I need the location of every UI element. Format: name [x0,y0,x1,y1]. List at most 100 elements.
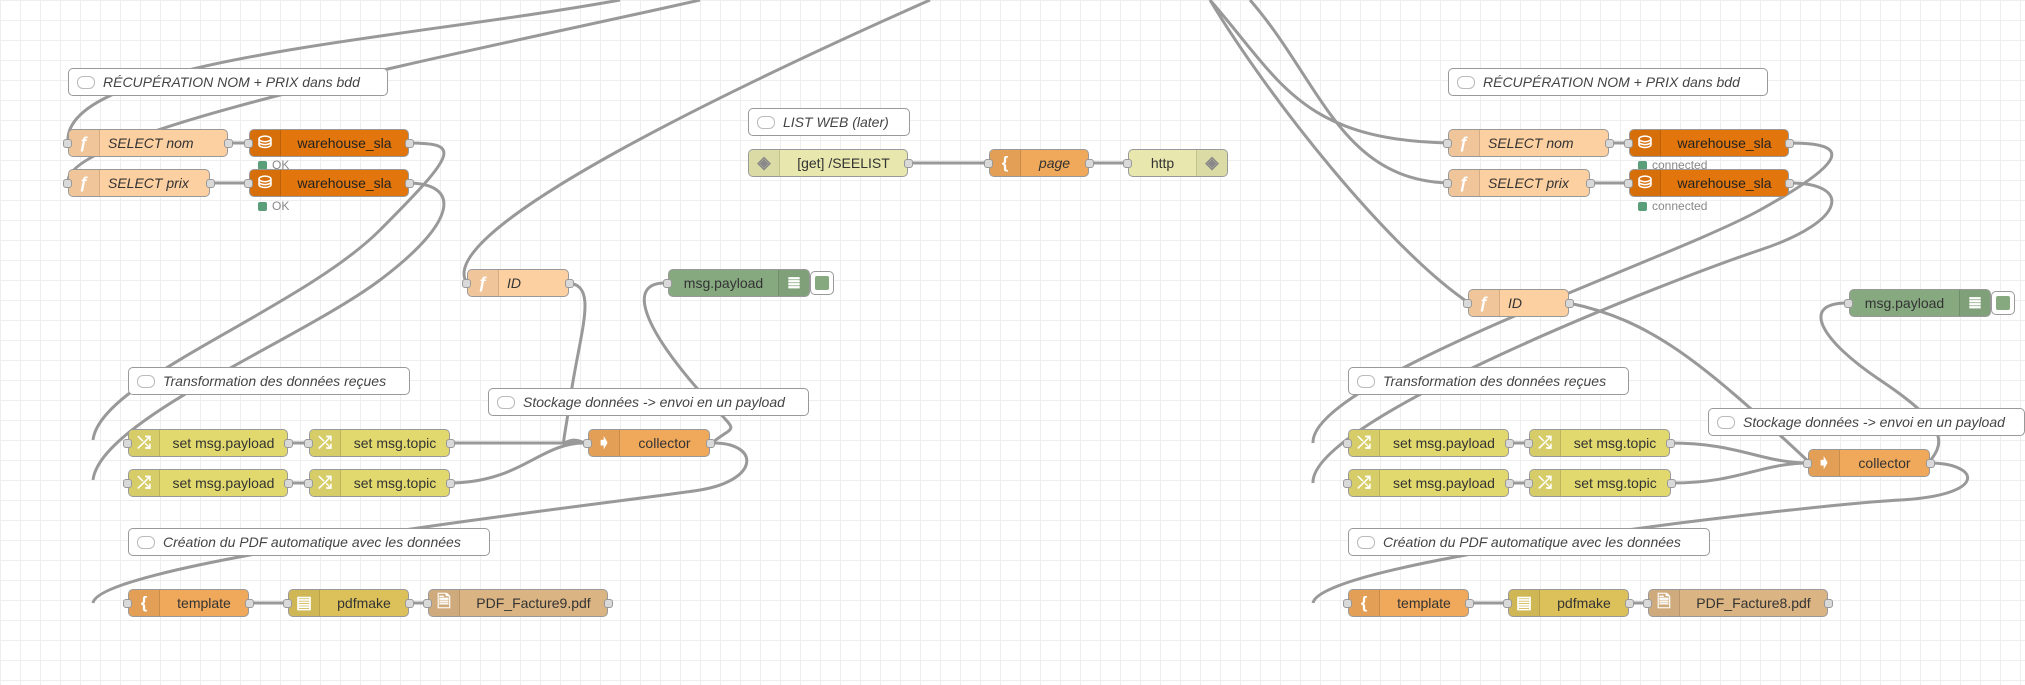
database-node-1[interactable]: ⛁ warehouse_sla [244,129,414,157]
input-port[interactable] [1524,439,1533,448]
input-port[interactable] [63,179,72,188]
pdfmake-node[interactable]: ▤ pdfmake [283,589,414,617]
function-node-select-prix[interactable]: ƒ SELECT prix [63,169,215,197]
input-port[interactable] [1463,299,1472,308]
output-port[interactable] [565,279,574,288]
input-port[interactable] [462,279,471,288]
output-port[interactable] [1505,439,1514,448]
function-node-id[interactable]: ƒ ID [462,269,574,297]
change-node-set-payload-1[interactable]: ⤮ set msg.payload [1343,429,1514,457]
output-port[interactable] [405,139,414,148]
template-node[interactable]: { template [123,589,254,617]
output-port[interactable] [446,439,455,448]
change-node-set-topic-2[interactable]: ⤮ set msg.topic [304,469,455,497]
input-port[interactable] [663,279,672,288]
output-port[interactable] [1085,159,1094,168]
input-port[interactable] [123,439,132,448]
output-port[interactable] [446,479,455,488]
debug-toggle-button[interactable] [1991,291,2015,315]
output-port[interactable] [1824,599,1833,608]
change-node-set-topic-2[interactable]: ⤮ set msg.topic [1524,469,1676,497]
input-port[interactable] [1123,159,1132,168]
output-port[interactable] [1465,599,1474,608]
debug-node[interactable]: msg.payload ≣ [663,269,810,297]
output-port[interactable] [1625,599,1634,608]
collector-node[interactable]: ➧ collector [1803,449,1935,477]
comment-list-web[interactable]: LIST WEB (later) [748,108,910,136]
function-node-select-nom[interactable]: ƒ SELECT nom [1443,129,1614,157]
output-port[interactable] [1785,139,1794,148]
database-node-1[interactable]: ⛁ warehouse_sla [1624,129,1794,157]
input-port[interactable] [304,439,313,448]
input-port[interactable] [283,599,292,608]
comment-recuperation[interactable]: RÉCUPÉRATION NOM + PRIX dans bdd [1448,68,1768,96]
pdfmake-node[interactable]: ▤ pdfmake [1503,589,1634,617]
output-port[interactable] [224,139,233,148]
input-port[interactable] [1343,439,1352,448]
function-node-select-prix[interactable]: ƒ SELECT prix [1443,169,1595,197]
output-port[interactable] [1505,479,1514,488]
comment-creation[interactable]: Création du PDF automatique avec les don… [128,528,490,556]
function-node-id[interactable]: ƒ ID [1463,289,1574,317]
output-port[interactable] [604,599,613,608]
input-port[interactable] [583,439,592,448]
output-port[interactable] [706,439,715,448]
input-port[interactable] [1343,599,1352,608]
input-port[interactable] [1343,479,1352,488]
change-node-set-payload-2[interactable]: ⤮ set msg.payload [123,469,293,497]
comment-transformation[interactable]: Transformation des données reçues [128,367,410,395]
input-port[interactable] [304,479,313,488]
input-port[interactable] [423,599,432,608]
output-port[interactable] [1666,439,1675,448]
input-port[interactable] [1624,179,1633,188]
change-node-set-topic-1[interactable]: ⤮ set msg.topic [304,429,455,457]
input-port[interactable] [1643,599,1652,608]
comment-stockage[interactable]: Stockage données -> envoi en un payload [1708,408,2025,436]
output-port[interactable] [1586,179,1595,188]
input-port[interactable] [1524,479,1533,488]
comment-creation[interactable]: Création du PDF automatique avec les don… [1348,528,1710,556]
output-port[interactable] [1667,479,1676,488]
http-in-node[interactable]: ◈ [get] /SEELIST [748,149,913,177]
input-port[interactable] [984,159,993,168]
database-node-2[interactable]: ⛁ warehouse_sla [244,169,414,197]
debug-toggle-button[interactable] [810,271,834,295]
output-port[interactable] [1785,179,1794,188]
input-port[interactable] [63,139,72,148]
file-node[interactable]: 🗎 PDF_Facture8.pdf [1643,589,1833,617]
file-node[interactable]: 🗎 PDF_Facture9.pdf [423,589,613,617]
output-port[interactable] [1926,459,1935,468]
output-port[interactable] [1605,139,1614,148]
comment-recuperation[interactable]: RÉCUPÉRATION NOM + PRIX dans bdd [68,68,388,96]
input-port[interactable] [1443,139,1452,148]
change-node-set-payload-1[interactable]: ⤮ set msg.payload [123,429,293,457]
template-node-page[interactable]: { page [984,149,1094,177]
change-node-set-topic-1[interactable]: ⤮ set msg.topic [1524,429,1675,457]
input-port[interactable] [1443,179,1452,188]
collector-node[interactable]: ➧ collector [583,429,715,457]
input-port[interactable] [1803,459,1812,468]
template-node[interactable]: { template [1343,589,1474,617]
input-port[interactable] [244,179,253,188]
input-port[interactable] [1503,599,1512,608]
input-port[interactable] [1844,299,1853,308]
change-node-set-payload-2[interactable]: ⤮ set msg.payload [1343,469,1514,497]
output-port[interactable] [284,439,293,448]
database-node-2[interactable]: ⛁ warehouse_sla [1624,169,1794,197]
output-port[interactable] [1565,299,1574,308]
output-port[interactable] [206,179,215,188]
input-port[interactable] [1624,139,1633,148]
comment-stockage[interactable]: Stockage données -> envoi en un payload [488,388,809,416]
input-port[interactable] [244,139,253,148]
input-port[interactable] [123,479,132,488]
debug-node[interactable]: msg.payload ≣ [1844,289,1991,317]
output-port[interactable] [284,479,293,488]
comment-transformation[interactable]: Transformation des données reçues [1348,367,1629,395]
http-response-node[interactable]: http ◈ [1123,149,1228,177]
function-node-select-nom[interactable]: ƒ SELECT nom [63,129,233,157]
output-port[interactable] [405,179,414,188]
output-port[interactable] [405,599,414,608]
output-port[interactable] [245,599,254,608]
output-port[interactable] [904,159,913,168]
input-port[interactable] [123,599,132,608]
